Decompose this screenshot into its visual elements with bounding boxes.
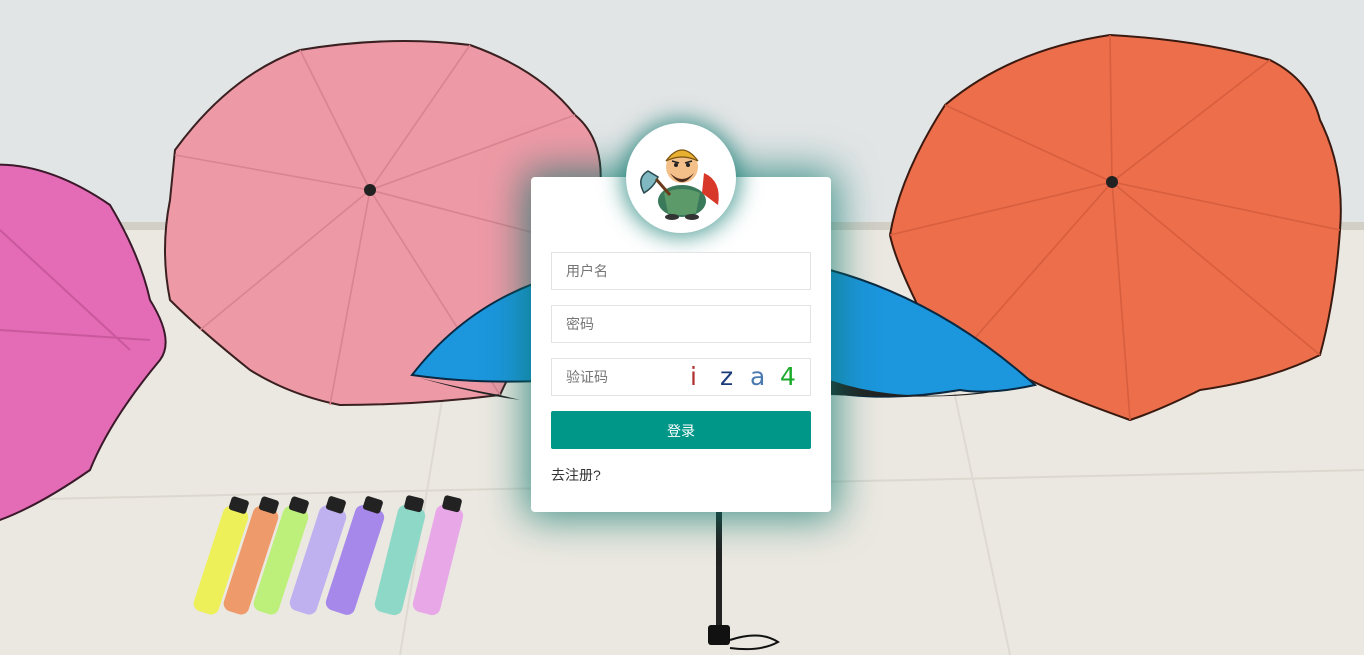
login-button[interactable]: 登录 (551, 411, 811, 449)
password-input[interactable] (552, 306, 806, 342)
captcha-field: i z a 4 (551, 358, 811, 396)
captcha-char-2: z (720, 362, 734, 391)
username-field (551, 252, 811, 290)
avatar (626, 123, 736, 233)
captcha-input[interactable] (552, 359, 686, 395)
password-field (551, 305, 811, 343)
register-link[interactable]: 去注册? (551, 465, 601, 485)
cartoon-warrior-avatar-icon (640, 149, 719, 220)
captcha-char-1: i (690, 362, 697, 391)
captcha-char-3: a (750, 362, 766, 391)
captcha-char-4: 4 (780, 362, 796, 391)
captcha-image[interactable]: i z a 4 (680, 359, 810, 395)
username-input[interactable] (552, 253, 806, 289)
